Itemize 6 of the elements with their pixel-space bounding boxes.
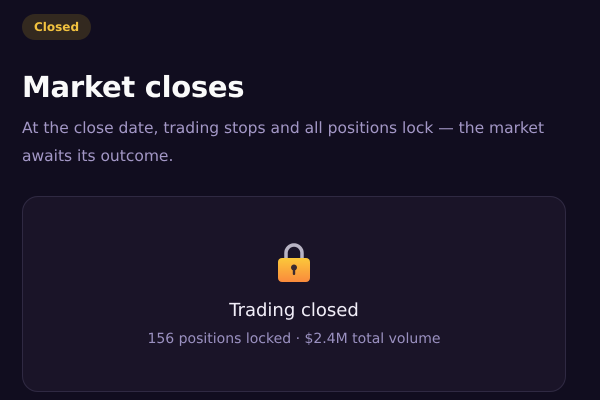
description-text: At the close date, trading stops and all positions lock — the market awaits its outcome. bbox=[22, 118, 546, 167]
page-title: Market closes bbox=[22, 70, 246, 104]
card-heading: Trading closed bbox=[229, 300, 359, 321]
status-badge: Closed bbox=[22, 14, 92, 40]
padlock-icon bbox=[277, 242, 311, 282]
card-summary: 156 positions locked · $2.4M total volume bbox=[147, 331, 440, 347]
